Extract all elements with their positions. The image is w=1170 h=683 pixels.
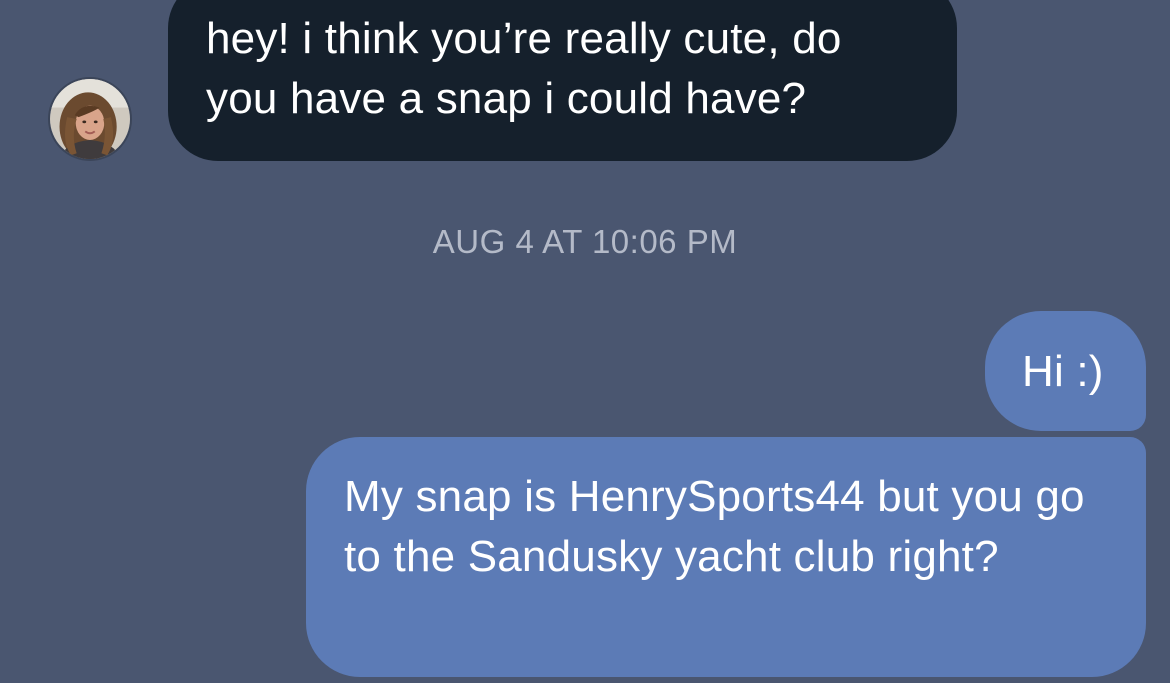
message-timestamp: AUG 4 AT 10:06 PM <box>432 223 738 260</box>
contact-avatar[interactable] <box>48 77 132 161</box>
message-text: hey! i think you’re really cute, do you … <box>206 14 842 123</box>
message-text: Hi :) <box>1022 347 1104 396</box>
outgoing-message-bubble[interactable]: My snap is HenrySports44 but you go to t… <box>306 437 1146 677</box>
profile-photo-icon <box>50 79 130 159</box>
message-text: My snap is HenrySports44 but you go to t… <box>344 472 1085 581</box>
incoming-message-bubble[interactable]: hey! i think you’re really cute, do you … <box>168 0 957 161</box>
outgoing-message-bubble[interactable]: Hi :) <box>985 311 1146 431</box>
